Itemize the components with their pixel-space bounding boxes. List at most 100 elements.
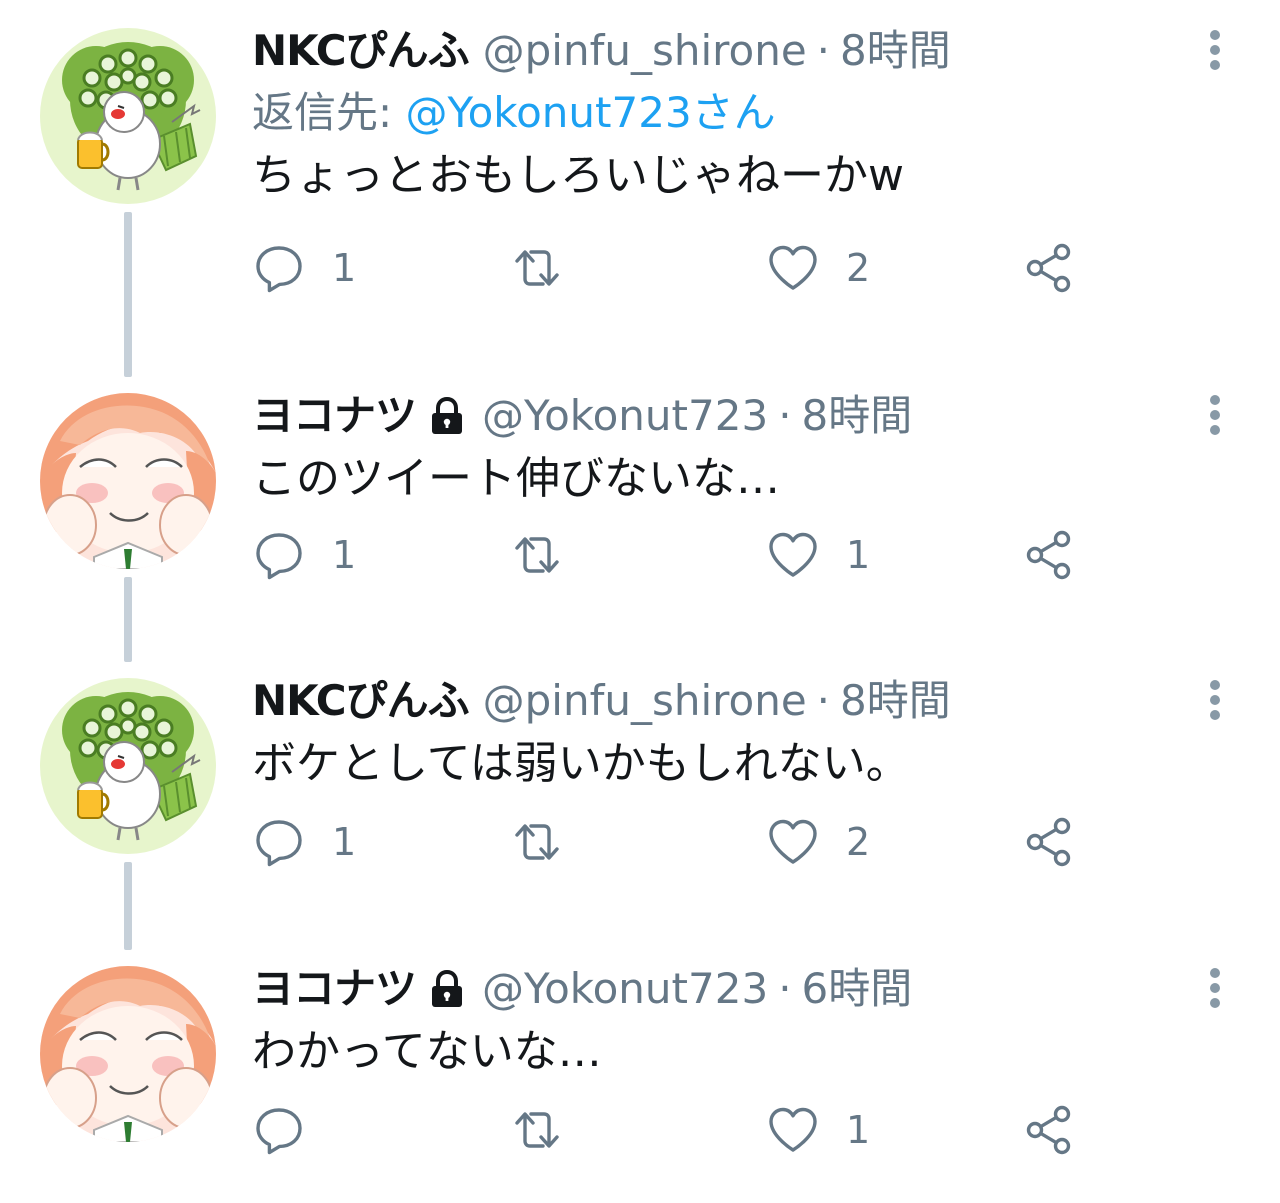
display-name[interactable]: ヨコナツ: [252, 385, 417, 447]
tweet-header: NKCぴんふ @pinfu_shirone · 8時間: [252, 670, 1192, 732]
separator-dot: ·: [778, 391, 792, 440]
share-icon: [1022, 528, 1076, 582]
retweet-icon: [510, 815, 564, 869]
more-icon-dot: [1210, 425, 1220, 435]
heart-icon: [766, 815, 820, 869]
reply-button[interactable]: [252, 1100, 332, 1160]
reply-button[interactable]: 1: [252, 525, 356, 585]
retweet-button[interactable]: [510, 525, 590, 585]
thread-line: [124, 212, 132, 377]
timestamp[interactable]: 6時間: [802, 958, 913, 1020]
lock-icon: [426, 968, 468, 1010]
tweet-thread: NKCぴんふ @pinfu_shirone · 8時間 返信先: @Yokonut723…: [0, 0, 1280, 1203]
retweet-icon: [510, 528, 564, 582]
reply-context: 返信先: @Yokonut723さん: [252, 82, 1192, 144]
tweet-content: ヨコナツ @Yokonut723 · 6時間 わかってないな…: [252, 958, 1192, 1084]
more-icon-dot: [1210, 45, 1220, 55]
reply-prefix: 返信先:: [252, 88, 393, 137]
timestamp[interactable]: 8時間: [840, 670, 951, 732]
more-icon-dot: [1210, 998, 1220, 1008]
share-icon: [1022, 1103, 1076, 1157]
retweet-icon: [510, 241, 564, 295]
tweet[interactable]: ヨコナツ @Yokonut723 · 6時間 わかってないな… 1: [0, 938, 1280, 1203]
reply-to-link[interactable]: @Yokonut723さん: [406, 88, 776, 137]
reply-icon: [252, 815, 306, 869]
timestamp[interactable]: 8時間: [802, 385, 913, 447]
reply-icon: [252, 528, 306, 582]
more-options-button[interactable]: [1198, 964, 1232, 1012]
separator-dot: ·: [816, 676, 831, 725]
tweet-text: ちょっとおもしろいじゃねーかw: [252, 150, 904, 201]
heart-icon: [766, 528, 820, 582]
tweet-content: NKCぴんふ @pinfu_shirone · 8時間 返信先: @Yokonut723…: [252, 20, 1192, 208]
user-handle[interactable]: @pinfu_shirone: [483, 670, 807, 732]
more-options-button[interactable]: [1198, 26, 1232, 74]
tweet-actions: 1: [252, 1100, 1092, 1160]
more-icon-dot: [1210, 710, 1220, 720]
user-handle[interactable]: @Yokonut723: [482, 385, 768, 447]
like-count: 2: [846, 820, 871, 864]
anime-girl-avatar: [40, 393, 216, 569]
anime-girl-avatar: [40, 966, 216, 1142]
reply-count: 1: [332, 246, 357, 290]
avatar[interactable]: [40, 393, 216, 569]
thread-line: [124, 862, 132, 950]
more-options-button[interactable]: [1198, 676, 1232, 724]
reply-icon: [252, 241, 306, 295]
separator-dot: ·: [816, 26, 831, 75]
reply-button[interactable]: 1: [252, 812, 356, 872]
share-button[interactable]: [1022, 238, 1076, 298]
share-button[interactable]: [1022, 812, 1076, 872]
peacock-bird-avatar: [40, 28, 216, 204]
tweet[interactable]: ヨコナツ @Yokonut723 · 8時間 このツイート伸びないな… 1 1: [0, 365, 1280, 662]
more-icon-dot: [1210, 968, 1220, 978]
display-name[interactable]: ヨコナツ: [252, 958, 417, 1020]
share-button[interactable]: [1022, 1100, 1076, 1160]
user-handle[interactable]: @pinfu_shirone: [483, 20, 807, 82]
tweet-header: ヨコナツ @Yokonut723 · 8時間: [252, 385, 1192, 447]
tweet[interactable]: NKCぴんふ @pinfu_shirone · 8時間 返信先: @Yokonut723…: [0, 0, 1280, 377]
heart-icon: [766, 1103, 820, 1157]
like-button[interactable]: 2: [766, 812, 870, 872]
tweet-actions: 12: [252, 812, 1092, 872]
tweet-text: このツイート伸びないな…: [252, 453, 780, 504]
reply-count: 1: [332, 820, 357, 864]
peacock-bird-avatar: [40, 678, 216, 854]
more-icon-dot: [1210, 395, 1220, 405]
retweet-icon: [510, 1103, 564, 1157]
retweet-button[interactable]: [510, 812, 590, 872]
tweet-actions: 11: [252, 525, 1092, 585]
share-icon: [1022, 815, 1076, 869]
heart-icon: [766, 241, 820, 295]
like-button[interactable]: 1: [766, 525, 870, 585]
retweet-button[interactable]: [510, 238, 590, 298]
more-options-button[interactable]: [1198, 391, 1232, 439]
tweet-header: ヨコナツ @Yokonut723 · 6時間: [252, 958, 1192, 1020]
user-handle[interactable]: @Yokonut723: [482, 958, 768, 1020]
avatar[interactable]: [40, 28, 216, 204]
tweet-header: NKCぴんふ @pinfu_shirone · 8時間: [252, 20, 1192, 82]
tweet[interactable]: NKCぴんふ @pinfu_shirone · 8時間ボケとしては弱いかもしれない。 1…: [0, 650, 1280, 950]
separator-dot: ·: [778, 964, 792, 1013]
retweet-button[interactable]: [510, 1100, 590, 1160]
more-icon-dot: [1210, 680, 1220, 690]
tweet-content: NKCぴんふ @pinfu_shirone · 8時間ボケとしては弱いかもしれない。: [252, 670, 1192, 796]
more-icon-dot: [1210, 983, 1220, 993]
tweet-text: ボケとしては弱いかもしれない。: [252, 738, 910, 789]
share-button[interactable]: [1022, 525, 1076, 585]
like-button[interactable]: 2: [766, 238, 870, 298]
share-icon: [1022, 241, 1076, 295]
avatar[interactable]: [40, 678, 216, 854]
avatar[interactable]: [40, 966, 216, 1142]
reply-icon: [252, 1103, 306, 1157]
more-icon-dot: [1210, 695, 1220, 705]
like-button[interactable]: 1: [766, 1100, 870, 1160]
display-name[interactable]: NKCぴんふ: [252, 670, 470, 732]
timestamp[interactable]: 8時間: [840, 20, 951, 82]
reply-count: 1: [332, 533, 357, 577]
tweet-content: ヨコナツ @Yokonut723 · 8時間 このツイート伸びないな…: [252, 385, 1192, 511]
tweet-actions: 12: [252, 238, 1092, 298]
display-name[interactable]: NKCぴんふ: [252, 20, 470, 82]
more-icon-dot: [1210, 60, 1220, 70]
reply-button[interactable]: 1: [252, 238, 356, 298]
